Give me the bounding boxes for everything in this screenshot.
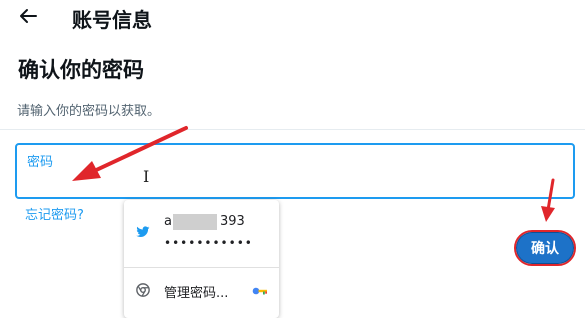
forgot-password-link[interactable]: 忘记密码?	[25, 204, 84, 223]
divider	[0, 129, 585, 130]
twitter-bird-icon	[136, 226, 150, 237]
account-prefix: a	[164, 214, 172, 229]
password-autofill-popup: a 393 ••••••••••• 管理密码...	[124, 200, 279, 318]
key-icon	[252, 287, 267, 295]
section-heading: 确认你的密码	[18, 58, 144, 82]
confirm-button-highlight: 确认	[514, 230, 576, 266]
redaction-mask	[173, 214, 217, 230]
header-bar: 账号信息	[0, 0, 585, 36]
manage-passwords-label: 管理密码...	[164, 286, 229, 301]
arrow-left-icon	[20, 9, 37, 23]
text-cursor-icon: I	[143, 167, 150, 186]
saved-password-mask: •••••••••••	[164, 236, 253, 250]
password-field[interactable]: 密码 I	[15, 143, 575, 199]
chrome-icon	[136, 283, 150, 297]
description-text: 请输入你的密码以获取。	[17, 104, 161, 119]
manage-passwords-option[interactable]: 管理密码...	[124, 268, 279, 318]
confirm-button[interactable]: 确认	[517, 233, 573, 263]
account-suffix: 393	[219, 214, 245, 229]
password-field-label: 密码	[27, 155, 54, 170]
saved-account-option[interactable]: a 393 •••••••••••	[124, 200, 279, 264]
back-button[interactable]	[14, 2, 42, 30]
page-title: 账号信息	[72, 8, 152, 32]
